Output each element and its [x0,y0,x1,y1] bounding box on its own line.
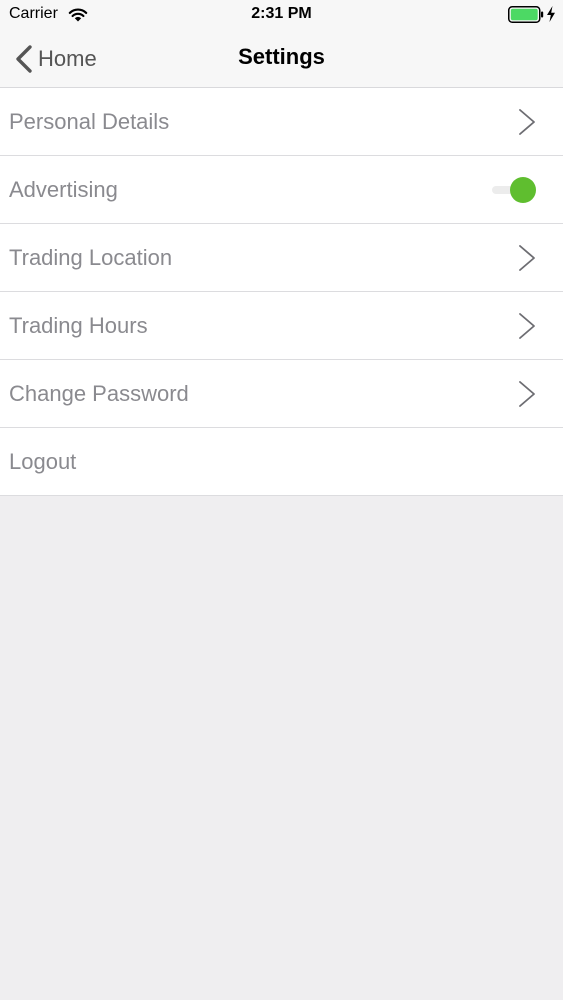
settings-item-trading-hours[interactable]: Trading Hours [0,292,563,360]
status-bar: Carrier 2:31 PM [0,0,563,30]
page-title: Settings [238,44,325,69]
settings-item-trading-location[interactable]: Trading Location [0,224,563,292]
settings-item-personal-details[interactable]: Personal Details [0,88,563,156]
settings-item-change-password[interactable]: Change Password [0,360,563,428]
settings-item-label: Personal Details [9,108,170,134]
top-bar: Carrier 2:31 PM Home Settings [0,0,563,88]
settings-item-label: Change Password [9,380,189,406]
chevron-right-icon [519,381,535,407]
bolt-icon [547,6,555,22]
chevron-right-icon [519,245,535,271]
settings-item-advertising: Advertising [0,156,563,224]
chevron-right-icon [519,109,535,135]
settings-item-label: Trading Hours [9,312,148,338]
settings-item-label: Trading Location [9,244,173,270]
settings-item-label: Logout [9,448,77,474]
chevron-right-icon [519,313,535,339]
clock: 2:31 PM [251,5,312,22]
advertising-toggle[interactable] [490,177,538,203]
settings-list: Personal Details Advertising Trading Loc… [0,88,563,496]
toggle-knob [510,177,536,203]
navigation-bar: Home Settings [0,30,563,88]
settings-item-label: Advertising [9,176,118,202]
settings-screen: Carrier 2:31 PM Home Settings Personal D… [0,0,563,1000]
settings-item-logout[interactable]: Logout [0,428,563,496]
battery-icon [508,6,544,23]
